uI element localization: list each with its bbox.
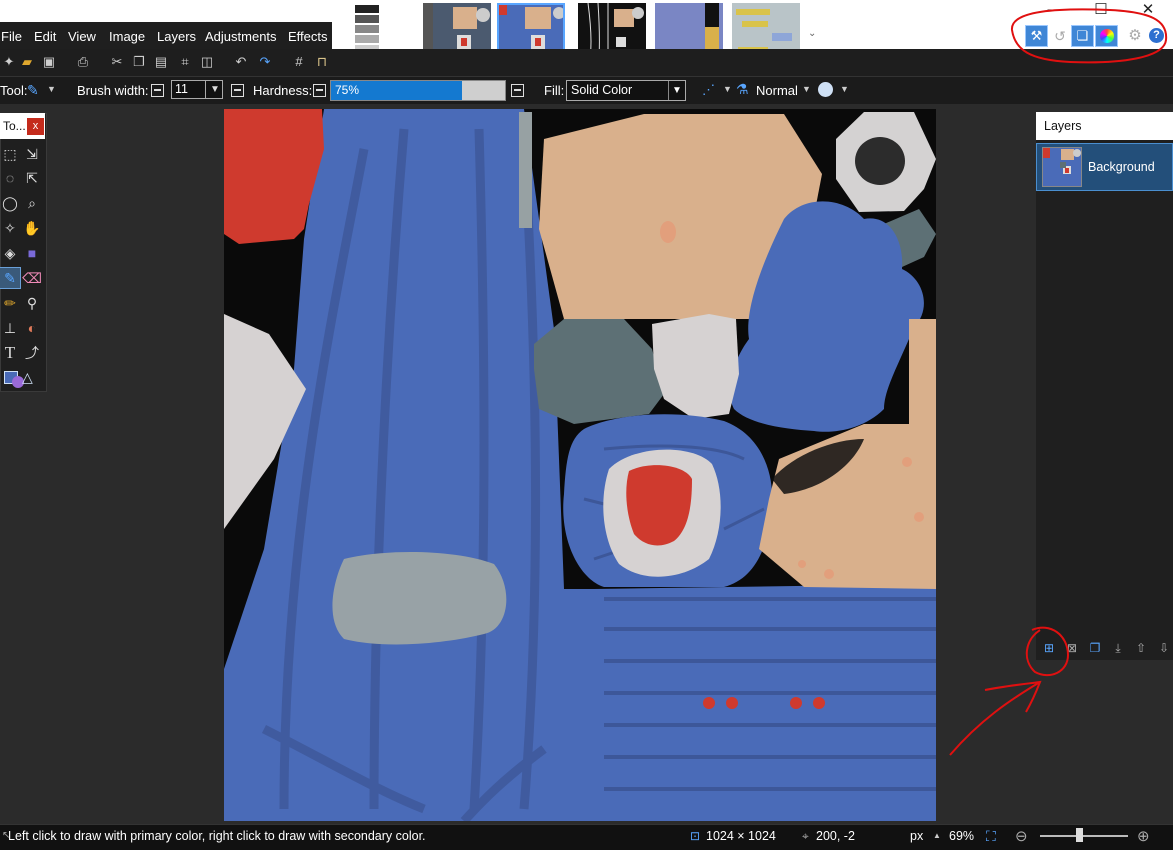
cursor-position-icon: ⌖	[802, 829, 809, 843]
zoom-out-icon[interactable]: ⊖	[1015, 827, 1028, 845]
zoom-slider[interactable]	[1040, 835, 1128, 837]
annotation-overlay	[949, 8, 1168, 756]
zoom-level[interactable]: 69%	[949, 829, 974, 843]
units-dropdown-icon[interactable]: ▲	[933, 831, 941, 840]
zoom-to-window-icon[interactable]: ⛶	[986, 828, 996, 845]
image-size-icon: ⊡	[690, 829, 701, 843]
zoom-in-icon[interactable]: ⊕	[1137, 827, 1150, 845]
units-select[interactable]: px	[910, 829, 923, 843]
cursor-position: 200, -2	[816, 829, 855, 843]
image-size: 1024 × 1024	[706, 829, 776, 843]
status-hint: Left click to draw with primary color, r…	[8, 829, 426, 843]
zoom-slider-handle[interactable]	[1076, 828, 1083, 842]
